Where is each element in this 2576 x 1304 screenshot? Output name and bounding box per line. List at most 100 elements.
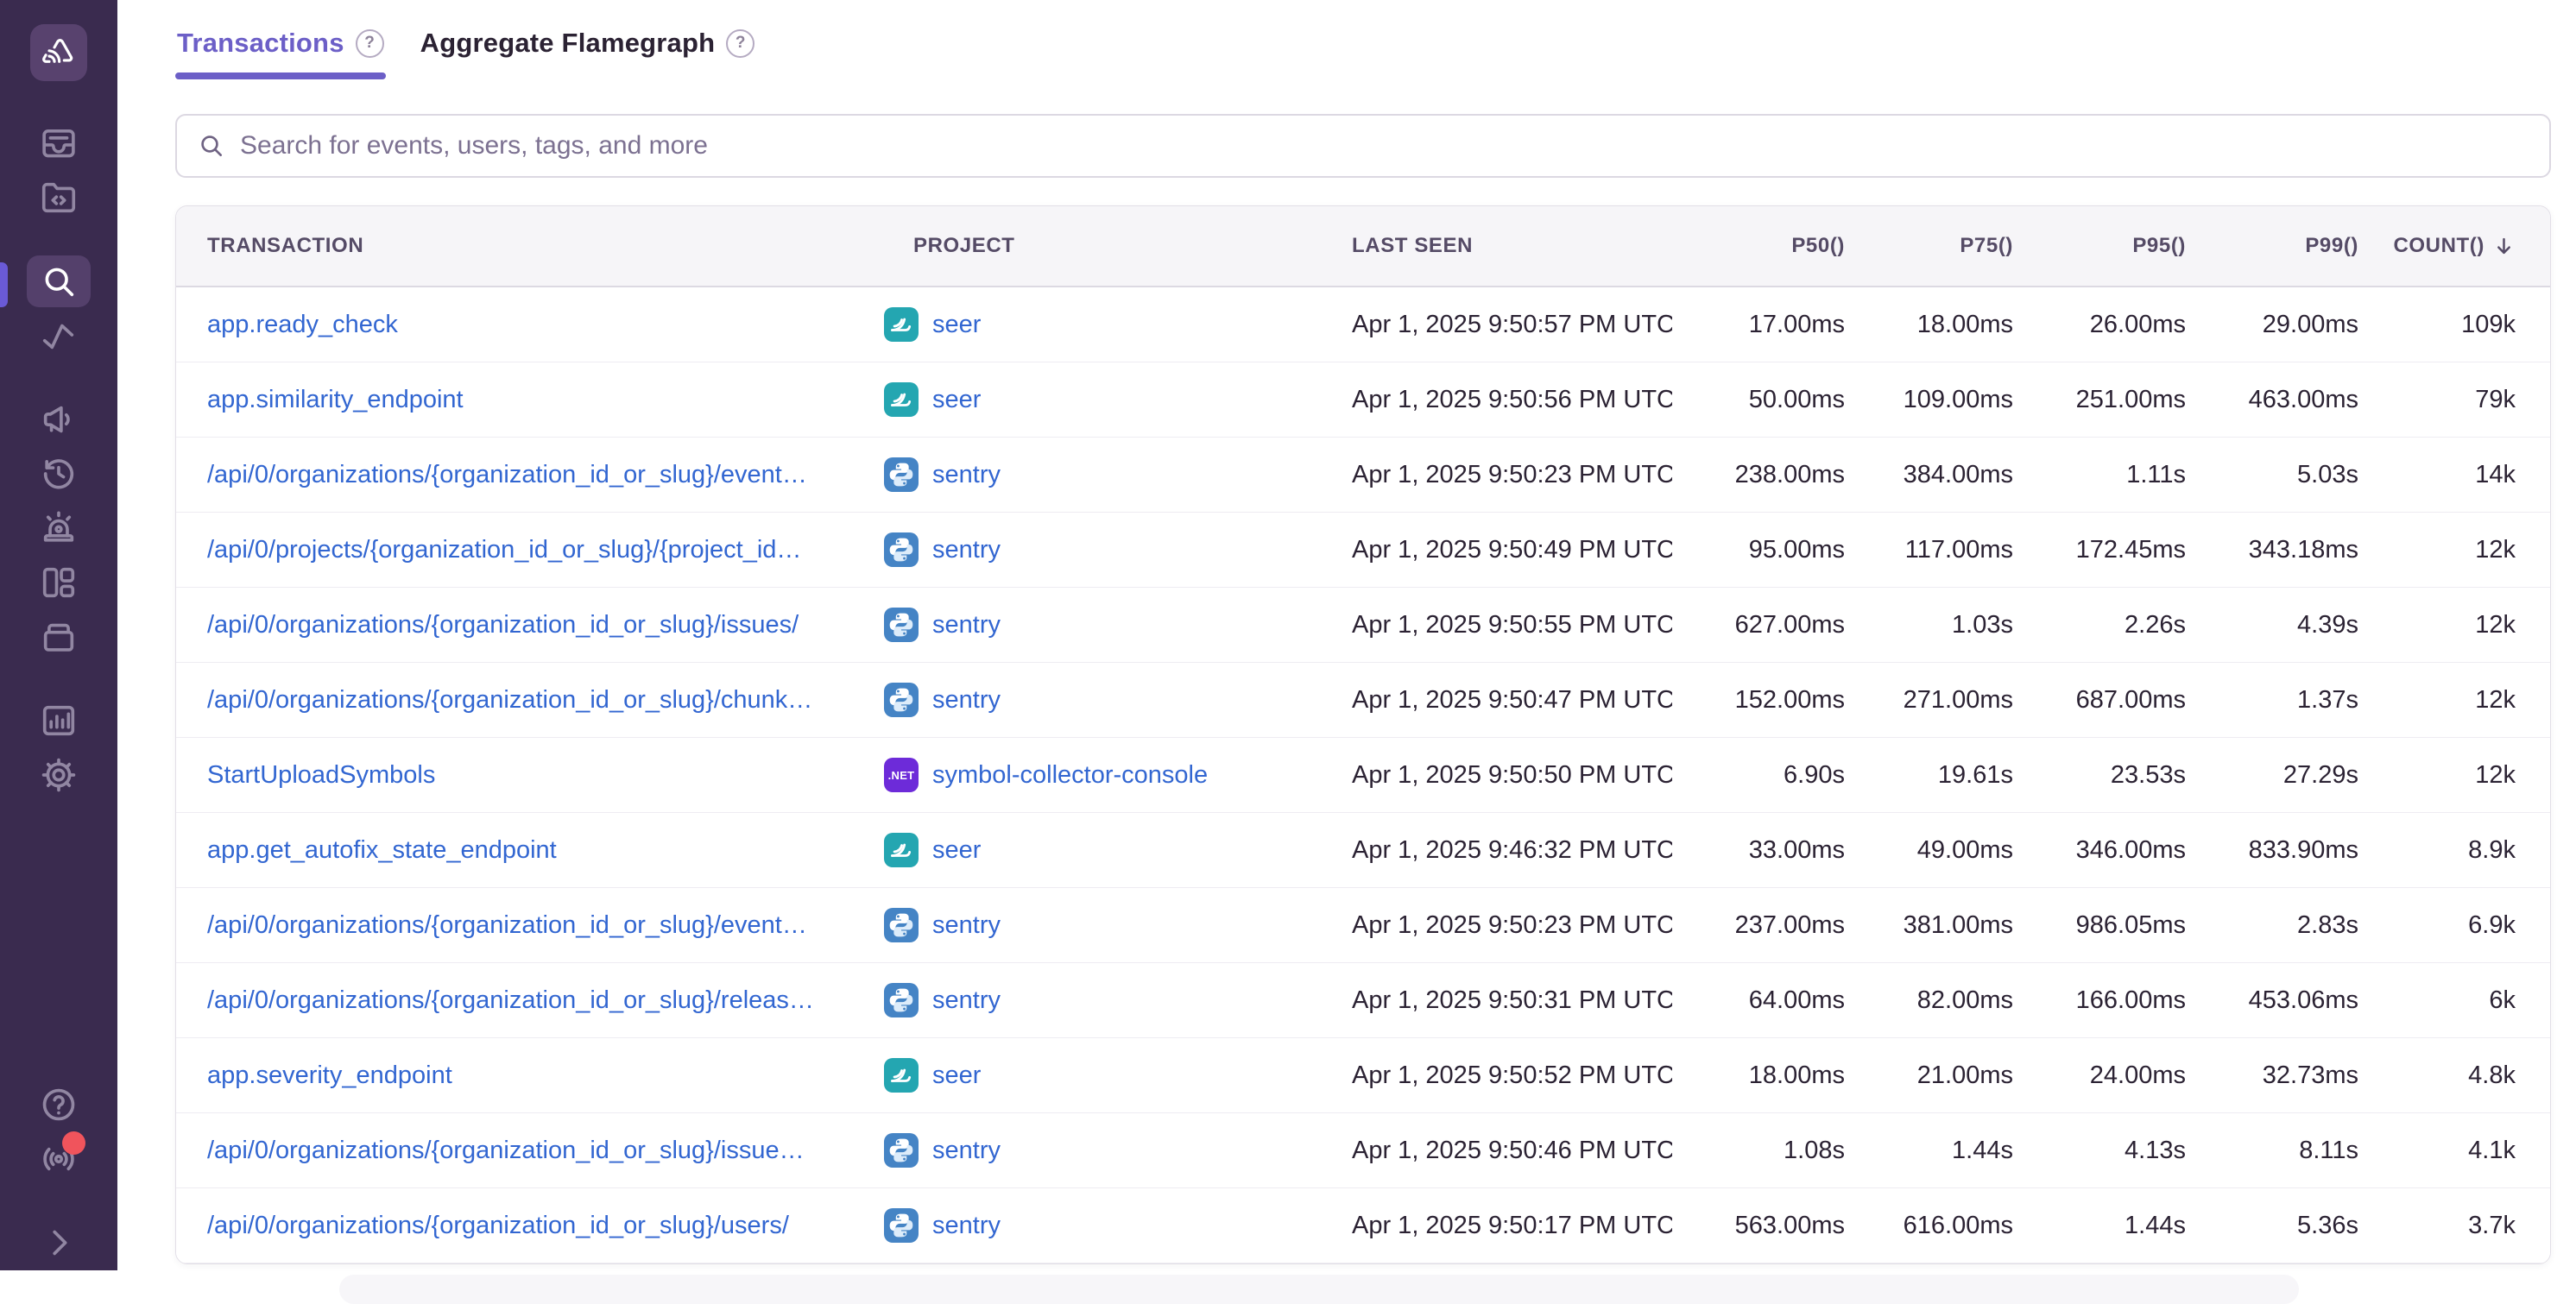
count-value: 12k bbox=[2358, 536, 2550, 564]
p99-value: 833.90ms bbox=[2186, 836, 2358, 865]
table-row: /api/0/organizations/{organization_id_or… bbox=[176, 438, 2550, 513]
project-link[interactable]: sentry bbox=[932, 536, 1001, 564]
transaction-link[interactable]: /api/0/organizations/{organization_id_or… bbox=[176, 1212, 882, 1240]
sidebar-item-collapse[interactable] bbox=[27, 1217, 91, 1269]
transaction-link[interactable]: app.similarity_endpoint bbox=[176, 386, 882, 414]
notification-dot bbox=[62, 1131, 85, 1155]
p50-value: 50.00ms bbox=[1672, 386, 1845, 414]
sidebar-item-issues[interactable] bbox=[27, 117, 91, 169]
p75-value: 82.00ms bbox=[1845, 986, 2013, 1015]
sidebar-item-replays[interactable] bbox=[27, 448, 91, 500]
last-seen-value: Apr 1, 2025 9:50:17 PM UTC bbox=[1348, 1212, 1672, 1240]
last-seen-value: Apr 1, 2025 9:50:57 PM UTC bbox=[1348, 311, 1672, 339]
sidebar-item-alerts[interactable] bbox=[27, 502, 91, 554]
seer-project-icon bbox=[884, 833, 919, 867]
project-link[interactable]: sentry bbox=[932, 1212, 1001, 1240]
help-icon[interactable]: ? bbox=[356, 29, 384, 58]
p75-value: 616.00ms bbox=[1845, 1212, 2013, 1240]
sidebar-item-feedback[interactable] bbox=[27, 394, 91, 445]
transaction-link[interactable]: app.severity_endpoint bbox=[176, 1061, 882, 1090]
transaction-link[interactable]: StartUploadSymbols bbox=[176, 761, 882, 790]
column-header-label: P95() bbox=[2132, 234, 2186, 258]
count-value: 79k bbox=[2358, 386, 2550, 414]
last-seen-value: Apr 1, 2025 9:50:49 PM UTC bbox=[1348, 536, 1672, 564]
help-icon[interactable]: ? bbox=[726, 29, 754, 58]
column-header-last-seen[interactable]: LAST SEEN bbox=[1348, 234, 1672, 258]
count-value: 8.9k bbox=[2358, 836, 2550, 865]
dashboard-icon bbox=[39, 563, 79, 602]
sidebar-item-explore[interactable] bbox=[27, 172, 91, 224]
table-row: /api/0/projects/{organization_id_or_slug… bbox=[176, 513, 2550, 588]
project-link[interactable]: seer bbox=[932, 1061, 981, 1090]
p75-value: 49.00ms bbox=[1845, 836, 2013, 865]
transaction-link[interactable]: app.get_autofix_state_endpoint bbox=[176, 836, 882, 865]
count-value: 109k bbox=[2358, 311, 2550, 339]
transaction-link[interactable]: /api/0/organizations/{organization_id_or… bbox=[176, 911, 882, 940]
p50-value: 1.08s bbox=[1672, 1137, 1845, 1165]
sidebar-item-settings[interactable] bbox=[27, 749, 91, 801]
p99-value: 4.39s bbox=[2186, 611, 2358, 639]
column-header-p50[interactable]: P50() bbox=[1672, 234, 1845, 258]
column-header-count[interactable]: COUNT() bbox=[2358, 234, 2550, 258]
project-link[interactable]: sentry bbox=[932, 461, 1001, 489]
active-nav-indicator bbox=[0, 262, 8, 307]
sidebar-item-help[interactable] bbox=[27, 1079, 91, 1131]
tab-transactions[interactable]: Transactions? bbox=[175, 24, 386, 79]
transaction-link[interactable]: /api/0/organizations/{organization_id_or… bbox=[176, 461, 882, 489]
count-value: 12k bbox=[2358, 686, 2550, 715]
table-row: /api/0/organizations/{organization_id_or… bbox=[176, 963, 2550, 1038]
project-link[interactable]: sentry bbox=[932, 986, 1001, 1015]
project-link[interactable]: symbol-collector-console bbox=[932, 761, 1208, 790]
table-row: /api/0/organizations/{organization_id_or… bbox=[176, 663, 2550, 738]
column-header-p95[interactable]: P95() bbox=[2013, 234, 2186, 258]
project-cell: sentry bbox=[882, 532, 1348, 567]
project-link[interactable]: sentry bbox=[932, 686, 1001, 715]
transaction-link[interactable]: /api/0/projects/{organization_id_or_slug… bbox=[176, 536, 882, 564]
project-link[interactable]: sentry bbox=[932, 911, 1001, 940]
sidebar-item-releases[interactable] bbox=[27, 611, 91, 663]
project-link[interactable]: sentry bbox=[932, 1137, 1001, 1165]
transaction-link[interactable]: /api/0/organizations/{organization_id_or… bbox=[176, 611, 882, 639]
last-seen-value: Apr 1, 2025 9:46:32 PM UTC bbox=[1348, 836, 1672, 865]
sidebar-item-whats-new[interactable] bbox=[27, 1133, 91, 1185]
transaction-link[interactable]: /api/0/organizations/{organization_id_or… bbox=[176, 1137, 882, 1165]
p95-value: 1.44s bbox=[2013, 1212, 2186, 1240]
p50-value: 18.00ms bbox=[1672, 1061, 1845, 1090]
seer-project-icon bbox=[884, 307, 919, 342]
count-value: 4.8k bbox=[2358, 1061, 2550, 1090]
project-link[interactable]: seer bbox=[932, 836, 981, 865]
sentry-logo[interactable] bbox=[30, 24, 87, 81]
transaction-link[interactable]: app.ready_check bbox=[176, 311, 882, 339]
bar-chart-icon bbox=[39, 701, 79, 740]
python-project-icon bbox=[884, 908, 919, 942]
column-header-project[interactable]: PROJECT bbox=[882, 234, 1348, 258]
sidebar-item-traces[interactable] bbox=[27, 310, 91, 362]
column-header-p99[interactable]: P99() bbox=[2186, 234, 2358, 258]
search-bar[interactable] bbox=[175, 114, 2551, 178]
last-seen-value: Apr 1, 2025 9:50:31 PM UTC bbox=[1348, 986, 1672, 1015]
sidebar-item-dashboards[interactable] bbox=[27, 557, 91, 608]
last-seen-value: Apr 1, 2025 9:50:52 PM UTC bbox=[1348, 1061, 1672, 1090]
sidebar-item-search[interactable] bbox=[27, 255, 91, 307]
p95-value: 346.00ms bbox=[2013, 836, 2186, 865]
p99-value: 2.83s bbox=[2186, 911, 2358, 940]
project-cell: sentry bbox=[882, 983, 1348, 1017]
project-link[interactable]: sentry bbox=[932, 611, 1001, 639]
python-project-icon bbox=[884, 983, 919, 1017]
tab-aggregate-flamegraph[interactable]: Aggregate Flamegraph? bbox=[419, 24, 757, 79]
project-link[interactable]: seer bbox=[932, 386, 981, 414]
help-icon bbox=[39, 1085, 79, 1124]
sidebar-item-stats[interactable] bbox=[27, 695, 91, 746]
project-cell: sentry bbox=[882, 1208, 1348, 1243]
python-project-icon bbox=[884, 683, 919, 717]
project-cell: seer bbox=[882, 833, 1348, 867]
column-header-p75[interactable]: P75() bbox=[1845, 234, 2013, 258]
transaction-link[interactable]: /api/0/organizations/{organization_id_or… bbox=[176, 986, 882, 1015]
p95-value: 2.26s bbox=[2013, 611, 2186, 639]
transaction-link[interactable]: /api/0/organizations/{organization_id_or… bbox=[176, 686, 882, 715]
project-link[interactable]: seer bbox=[932, 311, 981, 339]
table-row: /api/0/organizations/{organization_id_or… bbox=[176, 888, 2550, 963]
column-header-transaction[interactable]: TRANSACTION bbox=[176, 234, 882, 258]
search-input[interactable] bbox=[240, 131, 2529, 161]
table-row: app.get_autofix_state_endpoint seer Apr 1,… bbox=[176, 813, 2550, 888]
